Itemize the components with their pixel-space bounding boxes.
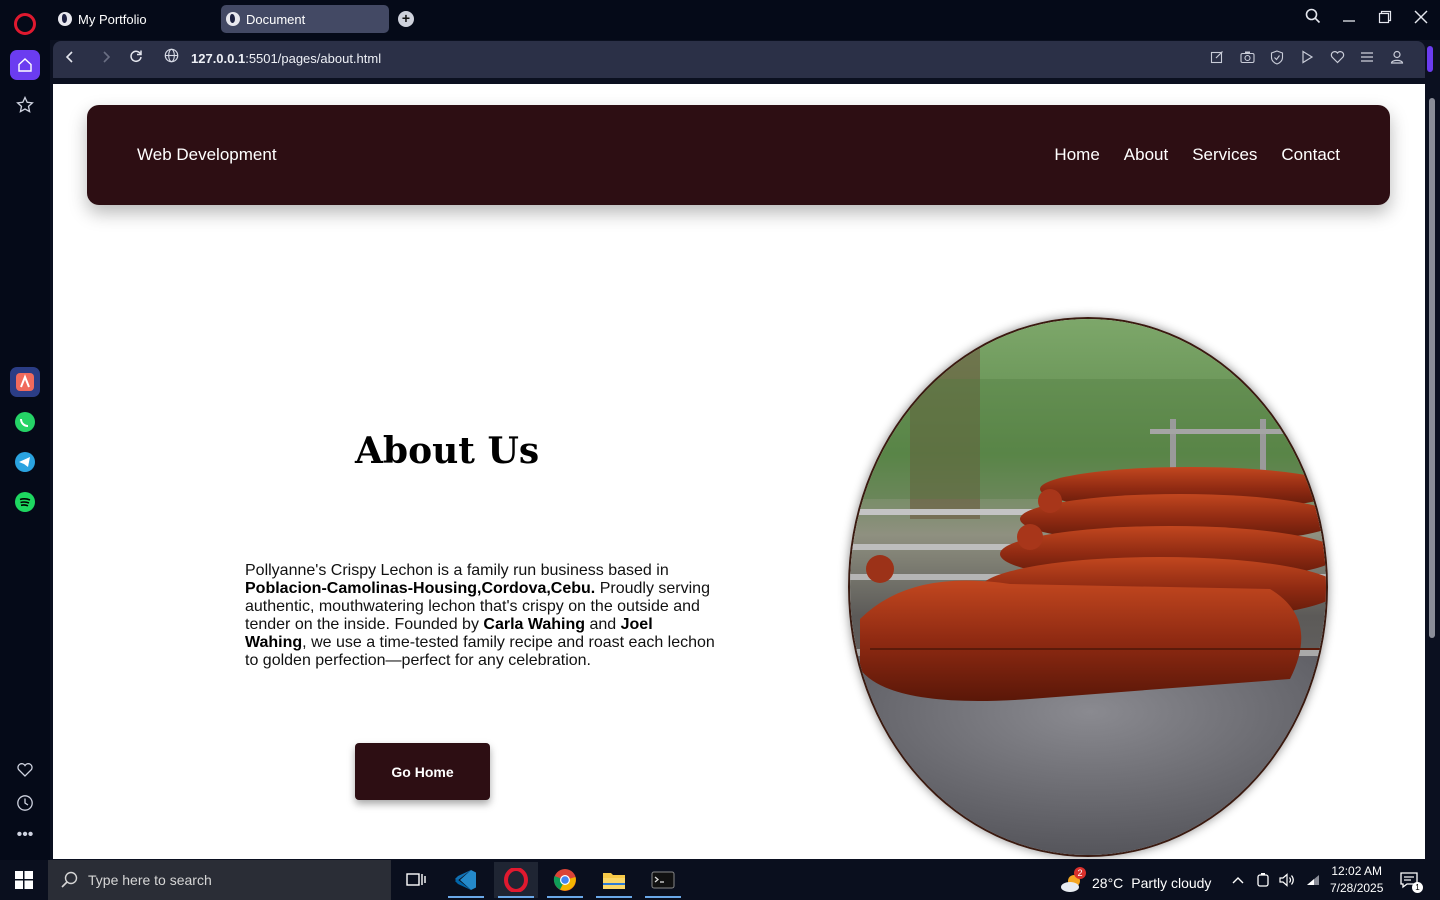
weather-temp: 28°C (1092, 875, 1124, 891)
go-home-button[interactable]: Go Home (355, 743, 490, 800)
globe-icon (226, 12, 240, 26)
globe-icon (58, 12, 72, 26)
notification-count: 1 (1412, 882, 1423, 893)
about-text-part: Pollyanne's Crispy Lechon is a family ru… (245, 562, 669, 579)
opera-logo-icon[interactable] (14, 13, 36, 35)
about-text-part: and (585, 616, 621, 633)
page-scrollbar[interactable] (1425, 84, 1440, 859)
more-icon[interactable]: ••• (10, 820, 40, 850)
tab-label: Document (246, 11, 306, 27)
notifications-icon[interactable]: 1 (1394, 862, 1424, 898)
file-explorer-icon[interactable] (592, 862, 636, 898)
aria-ai-icon[interactable] (10, 367, 40, 397)
nav-link-about[interactable]: About (1124, 145, 1168, 165)
taskbar-search-input[interactable]: Type here to search (48, 860, 391, 900)
windows-taskbar: Type here to search 2 28°C Partly cloudy (0, 860, 1440, 900)
weather-widget[interactable]: 2 28°C Partly cloudy (1060, 867, 1212, 894)
sidebar-toggle-indicator (1427, 46, 1433, 72)
reload-icon[interactable] (125, 48, 147, 70)
profile-icon[interactable] (1388, 50, 1406, 68)
edit-page-icon[interactable] (1208, 50, 1226, 68)
address-bar: 127.0.0.1:5501/pages/about.html (53, 41, 1425, 78)
browser-titlebar: My Portfolio Document + (0, 0, 1440, 40)
chrome-app-icon[interactable] (543, 862, 587, 898)
url-field[interactable]: 127.0.0.1:5501/pages/about.html (191, 51, 381, 66)
about-title: About Us (355, 430, 540, 472)
site-brand[interactable]: Web Development (137, 145, 277, 165)
adblock-shield-icon[interactable] (1268, 50, 1286, 68)
player-play-icon[interactable] (1298, 50, 1316, 68)
taskbar-clock[interactable]: 12:02 AM 7/28/2025 (1330, 863, 1383, 897)
close-window-button[interactable] (1409, 8, 1433, 32)
show-hidden-icons-chevron-icon[interactable] (1226, 862, 1250, 898)
weather-badge: 2 (1074, 867, 1086, 879)
telegram-icon[interactable] (10, 447, 40, 477)
whatsapp-icon[interactable] (10, 407, 40, 437)
my-flow-heart-icon[interactable] (1328, 50, 1346, 68)
spotify-icon[interactable] (10, 487, 40, 517)
network-wifi-icon[interactable] (1301, 862, 1325, 898)
easy-setup-menu-icon[interactable] (1358, 50, 1376, 68)
about-text-part: , we use a time-tested family recipe and… (245, 634, 715, 669)
vscode-app-icon[interactable] (444, 862, 488, 898)
scrollbar-thumb[interactable] (1429, 98, 1435, 638)
web-page: Web Development Home About Services Cont… (53, 84, 1425, 859)
back-icon[interactable] (59, 48, 81, 70)
windows-start-icon[interactable] (2, 862, 46, 898)
nav-link-home[interactable]: Home (1054, 145, 1099, 165)
search-placeholder: Type here to search (88, 872, 212, 888)
home-icon[interactable] (10, 50, 40, 80)
site-header: Web Development Home About Services Cont… (87, 105, 1390, 205)
tab-label: My Portfolio (78, 11, 147, 27)
weather-partly-cloudy-icon: 2 (1060, 867, 1086, 894)
weather-desc: Partly cloudy (1131, 875, 1212, 891)
clock-date: 7/28/2025 (1330, 881, 1384, 895)
history-clock-icon[interactable] (10, 788, 40, 818)
search-icon (61, 871, 78, 891)
lechon-photo (848, 317, 1328, 857)
bookmarks-star-icon[interactable] (10, 90, 40, 120)
founder-name: Carla Wahing (483, 616, 586, 633)
forward-icon[interactable] (95, 48, 117, 70)
restore-button[interactable] (1373, 8, 1397, 32)
site-info-globe-icon[interactable] (160, 48, 182, 70)
nav-link-services[interactable]: Services (1192, 145, 1257, 165)
tab-my-portfolio[interactable]: My Portfolio (58, 5, 213, 33)
url-host: 127.0.0.1 (191, 51, 246, 66)
clock-time: 12:02 AM (1331, 864, 1383, 878)
tab-document[interactable]: Document (221, 5, 389, 33)
volume-icon[interactable] (1275, 862, 1299, 898)
about-location: Poblacion-Camolinas-Housing,Cordova,Cebu… (245, 580, 596, 597)
heart-icon[interactable] (10, 755, 40, 785)
snapshot-camera-icon[interactable] (1238, 50, 1256, 68)
battery-icon[interactable] (1251, 862, 1275, 898)
site-nav: Home About Services Contact (1054, 145, 1340, 165)
terminal-app-icon[interactable] (641, 862, 685, 898)
task-view-icon[interactable] (394, 862, 438, 898)
opera-app-icon[interactable] (494, 862, 538, 898)
url-path: :5501/pages/about.html (245, 51, 382, 66)
about-description: Pollyanne's Crispy Lechon is a family ru… (245, 562, 715, 670)
nav-link-contact[interactable]: Contact (1281, 145, 1340, 165)
browser-sidebar: ••• (0, 40, 50, 860)
search-tabs-icon[interactable] (1301, 8, 1325, 32)
minimize-button[interactable] (1337, 8, 1361, 32)
new-tab-button[interactable]: + (398, 11, 414, 27)
